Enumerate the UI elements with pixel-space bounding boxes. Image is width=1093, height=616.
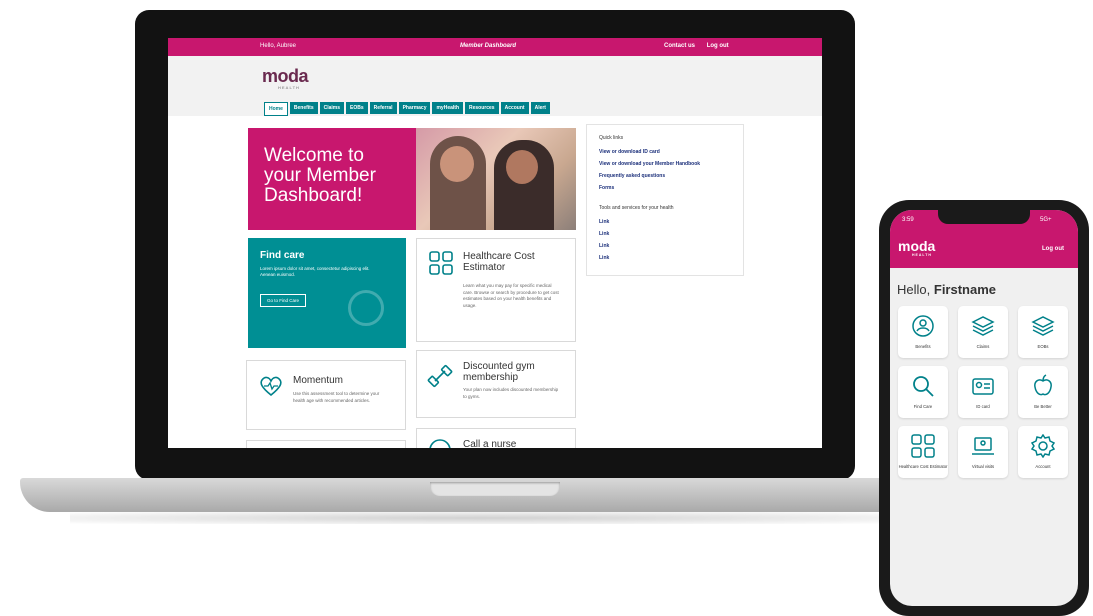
gym-title: Discounted gym membership [463,361,535,383]
tool-link[interactable]: Link [599,219,609,225]
phone-notch [938,210,1030,224]
search-icon [348,290,384,326]
tab-pharmacy[interactable]: Pharmacy [398,102,431,114]
quick-links-panel: Quick links View or download ID card Vie… [586,124,744,276]
benefits-icon [912,315,934,337]
phone-screen: 3:59 5G+ moda HEALTH Log out Hello, First… [890,210,1078,606]
tile-find-care[interactable]: Find Care [898,366,948,418]
laptop-shadow [70,512,890,524]
tab-account[interactable]: Account [500,102,529,114]
moda-logo[interactable]: moda HEALTH [898,238,935,257]
tool-link[interactable]: Link [599,243,609,249]
momentum-desc: Use this assessment tool to determine yo… [293,391,380,403]
tab-resources[interactable]: Resources [465,102,499,114]
contact-us-link[interactable]: Contact us [664,43,695,49]
tile-claims[interactable]: Claims [958,306,1008,358]
welcome-text: Welcome to your Member Dashboard! [264,145,376,206]
calculator-icon [429,251,453,275]
dashboard-title: Member Dashboard [460,43,517,49]
tile-account[interactable]: Account [1018,426,1068,478]
welcome-banner: Welcome to your Member Dashboard! [248,128,576,230]
tile-be-better[interactable]: Be Better [1018,366,1068,418]
id-card-link[interactable]: View or download ID card [599,149,660,155]
tab-home[interactable]: Home [264,102,288,116]
faq-link[interactable]: Frequently asked questions [599,173,665,179]
nurse-title: Call a nurse [463,439,517,448]
nurse-card[interactable]: Call a nurse [416,428,576,448]
greeting: Hello, Firstname [897,282,997,297]
tile-cost-estimator[interactable]: Healthcare Cost Estimator [898,426,948,478]
tools-heading: Tools and services for your health [599,205,674,211]
greeting: Hello, Aubree [260,43,297,49]
tab-eobs[interactable]: EOBs [346,102,368,114]
gym-card[interactable]: Discounted gym membership Your plan now … [416,350,576,418]
tab-referral[interactable]: Referral [369,102,397,114]
tab-claims[interactable]: Claims [319,102,345,114]
tab-alert[interactable]: Alert [530,102,550,114]
tile-id-card[interactable]: ID card [958,366,1008,418]
tool-link[interactable]: Link [599,231,609,237]
momentum-title: Momentum [293,375,344,386]
card-partial [246,440,406,448]
cost-estimator-desc: Learn what you may pay for specific medi… [463,283,559,308]
find-care-card: Find care Lorem ipsum dolor sit amet, co… [248,238,406,348]
find-care-desc: Lorem ipsum dolor sit amet, consectetur … [260,266,370,277]
handbook-link[interactable]: View or download your Member Handbook [599,161,700,167]
eobs-icon [1031,316,1055,336]
find-care-title: Find care [260,250,305,261]
tile-benefits[interactable]: Benefits [898,306,948,358]
forms-link[interactable]: Forms [599,185,614,191]
search-icon [913,376,934,397]
apple-icon [1034,374,1052,396]
cost-estimator-card[interactable]: Healthcare Cost Estimator Learn what you… [416,238,576,342]
id-card-icon [972,378,994,395]
momentum-card[interactable]: Momentum Use this assessment tool to det… [246,360,406,430]
tool-link[interactable]: Link [599,255,609,261]
calculator-icon [911,434,935,458]
moda-logo[interactable]: moda HEALTH [262,66,309,90]
logout-link[interactable]: Log out [707,43,729,49]
gear-icon [1031,434,1055,458]
quick-links-heading: Quick links [599,135,624,141]
gym-desc: Your plan now includes discounted member… [463,387,559,399]
laptop-notch [430,482,560,496]
app-header: moda HEALTH Log out [890,232,1078,268]
main-content: Welcome to your Member Dashboard! Quick … [168,116,822,448]
top-bar: Hello, Aubree Member Dashboard Contact u… [168,38,822,56]
tile-virtual-visits[interactable]: Virtual visits [958,426,1008,478]
phone-icon [429,439,451,448]
tab-myhealth[interactable]: myHealth [432,102,463,114]
heart-icon [260,376,282,397]
go-to-find-care-button[interactable]: Go to Find Care [260,294,307,307]
tile-eobs[interactable]: EOBs [1018,306,1068,358]
laptop-icon [972,437,994,455]
hero-photo [416,128,576,230]
tab-benefits[interactable]: Benefits [289,102,318,114]
claims-icon [971,316,995,336]
laptop-screen: Hello, Aubree Member Dashboard Contact u… [168,38,822,448]
clock: 3:59 [902,217,914,223]
cost-estimator-title: Healthcare Cost Estimator [463,251,535,273]
signal-indicator: 5G+ [1040,217,1052,223]
main-nav: Home Benefits Claims EOBs Referral Pharm… [264,102,550,116]
dumbbell-icon [427,364,453,388]
logout-button[interactable]: Log out [1042,246,1064,252]
